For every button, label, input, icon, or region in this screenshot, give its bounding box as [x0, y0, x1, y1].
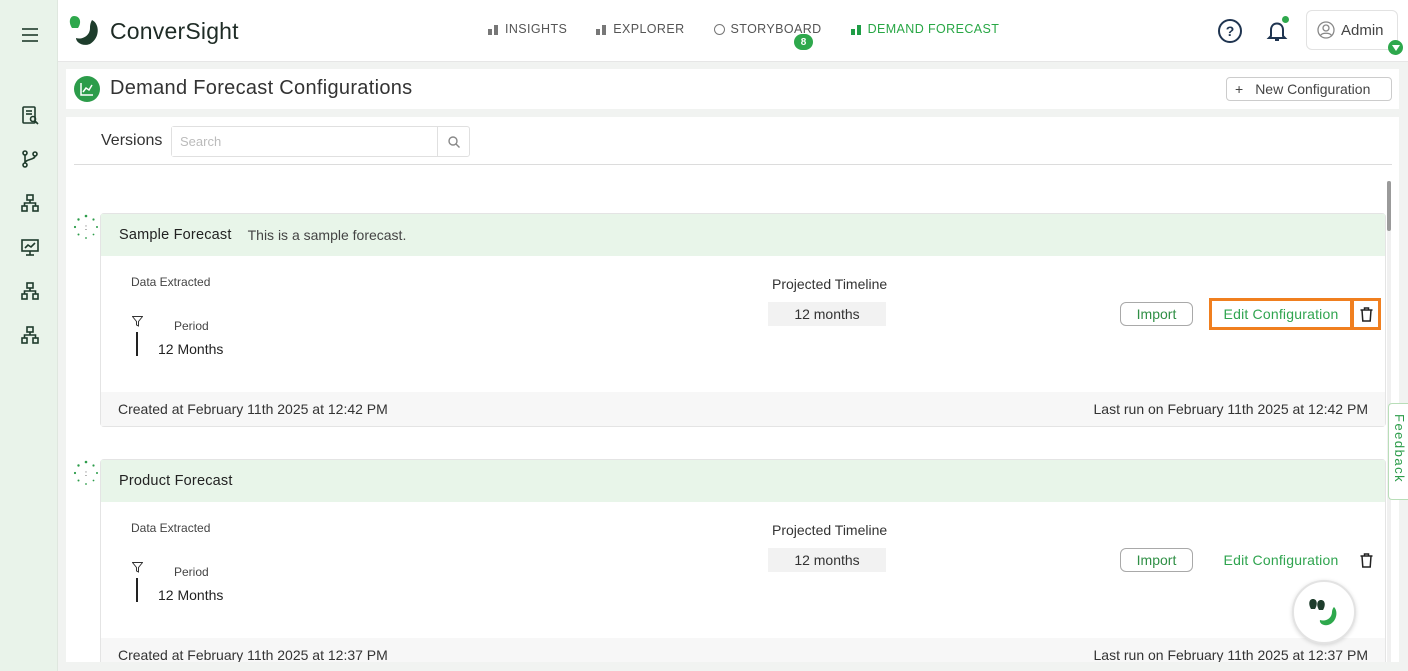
- forecast-name: Sample Forecast: [119, 227, 232, 243]
- projected-timeline-label: Projected Timeline: [772, 276, 888, 292]
- plus-icon: +: [1235, 81, 1244, 97]
- feedback-label: Feedback: [1392, 414, 1407, 484]
- page-title-bar: Demand Forecast Configurations + New Con…: [66, 69, 1399, 109]
- import-button[interactable]: Import: [1120, 548, 1193, 572]
- loading-spinner-icon: :: [72, 213, 100, 241]
- user-name: Admin: [1341, 21, 1384, 39]
- search-input[interactable]: [172, 127, 438, 156]
- period-marker: [136, 332, 138, 356]
- nav-demand-forecast[interactable]: DEMAND FORECAST: [850, 22, 1000, 36]
- forecast-card-body: Data Extracted Period 12 Months Projecte…: [101, 256, 1385, 392]
- period-marker: [136, 578, 138, 602]
- chat-assistant-button[interactable]: [1292, 580, 1356, 644]
- new-configuration-button[interactable]: + New Configuration: [1226, 77, 1392, 101]
- notification-dot: [1282, 16, 1289, 23]
- svg-text::: :: [85, 223, 87, 232]
- delete-trash-icon[interactable]: [1351, 298, 1381, 330]
- created-at: Created at February 11th 2025 at 12:37 P…: [118, 647, 388, 662]
- trend-chart-icon: [74, 76, 100, 102]
- period-label: Period: [174, 319, 209, 333]
- brand-name: ConverSight: [110, 17, 239, 44]
- conversight-logo-icon: [1309, 599, 1337, 626]
- projected-timeline-label: Projected Timeline: [772, 522, 888, 538]
- data-extracted-label: Data Extracted: [131, 275, 211, 289]
- user-avatar-icon: [1317, 21, 1335, 39]
- report-search-icon[interactable]: [19, 104, 41, 126]
- notification-bell-icon[interactable]: [1265, 16, 1289, 43]
- conversight-logo-icon: [68, 14, 102, 48]
- loading-spinner-icon: :: [72, 459, 100, 487]
- page-title: Demand Forecast Configurations: [110, 77, 413, 99]
- main-nav: INSIGHTS EXPLORER STORYBOARD DEMAND FORE…: [488, 22, 1028, 50]
- bar-chart-icon: [850, 23, 863, 35]
- branch-icon[interactable]: [19, 148, 41, 170]
- forecast-card-footer: Created at February 11th 2025 at 12:42 P…: [101, 392, 1385, 426]
- edit-configuration-button[interactable]: Edit Configuration: [1209, 298, 1353, 330]
- top-header: ConverSight INSIGHTS EXPLORER STORYBOARD…: [58, 0, 1408, 62]
- versions-panel: Versions : Sample Forecast This is a sam…: [66, 117, 1399, 662]
- search-icon[interactable]: [437, 127, 469, 156]
- left-rail: [0, 0, 58, 671]
- brand-logo[interactable]: ConverSight: [68, 14, 239, 48]
- filter-icon: [132, 562, 143, 573]
- nav-explorer-label: EXPLORER: [613, 22, 685, 36]
- user-menu[interactable]: Admin: [1306, 10, 1403, 55]
- forecast-card-footer: Created at February 11th 2025 at 12:37 P…: [101, 638, 1385, 662]
- data-extracted-label: Data Extracted: [131, 521, 211, 535]
- bar-chart-icon: [488, 23, 500, 35]
- presentation-chart-icon[interactable]: [19, 236, 41, 258]
- forecast-description: This is a sample forecast.: [247, 227, 407, 243]
- svg-text::: :: [85, 469, 87, 478]
- divider: [74, 164, 1392, 165]
- nav-insights[interactable]: INSIGHTS: [488, 22, 567, 36]
- import-button[interactable]: Import: [1120, 302, 1193, 326]
- filter-icon: [132, 316, 143, 327]
- new-configuration-label: New Configuration: [1255, 81, 1371, 97]
- last-run: Last run on February 11th 2025 at 12:42 …: [1093, 401, 1368, 417]
- bar-chart-icon: [596, 23, 608, 35]
- projected-timeline-value: 12 months: [768, 302, 886, 326]
- scrollbar-thumb[interactable]: [1387, 181, 1391, 231]
- forecast-card-header: Product Forecast: [101, 460, 1385, 502]
- period-value: 12 Months: [158, 341, 224, 357]
- structure-icon[interactable]: [19, 324, 41, 346]
- storyboard-icon: [713, 23, 725, 35]
- chevron-down-icon[interactable]: [1388, 40, 1403, 55]
- org-chart-icon[interactable]: [19, 280, 41, 302]
- period-value: 12 Months: [158, 587, 224, 603]
- last-run: Last run on February 11th 2025 at 12:37 …: [1093, 647, 1368, 662]
- nav-insights-label: INSIGHTS: [505, 22, 568, 36]
- forecast-card: Product Forecast Data Extracted Period 1…: [100, 459, 1386, 662]
- forecast-card-body: Data Extracted Period 12 Months Projecte…: [101, 502, 1385, 638]
- feedback-tab[interactable]: Feedback: [1388, 403, 1408, 500]
- versions-label: Versions: [101, 132, 163, 149]
- hierarchy-icon[interactable]: [19, 192, 41, 214]
- nav-demand-forecast-label: DEMAND FORECAST: [867, 22, 1000, 36]
- storyboard-count-badge: 8: [794, 34, 813, 50]
- forecast-card-header: Sample Forecast This is a sample forecas…: [101, 214, 1385, 256]
- forecast-card: Sample Forecast This is a sample forecas…: [100, 213, 1386, 427]
- created-at: Created at February 11th 2025 at 12:42 P…: [118, 401, 388, 417]
- version-search: [171, 126, 470, 157]
- nav-explorer[interactable]: EXPLORER: [596, 22, 684, 36]
- period-label: Period: [174, 565, 209, 579]
- hamburger-menu-icon[interactable]: [19, 24, 41, 46]
- projected-timeline-value: 12 months: [768, 548, 886, 572]
- delete-trash-icon[interactable]: [1353, 546, 1379, 574]
- help-icon[interactable]: ?: [1218, 19, 1242, 43]
- edit-configuration-button[interactable]: Edit Configuration: [1211, 546, 1351, 574]
- forecast-name: Product Forecast: [119, 473, 233, 489]
